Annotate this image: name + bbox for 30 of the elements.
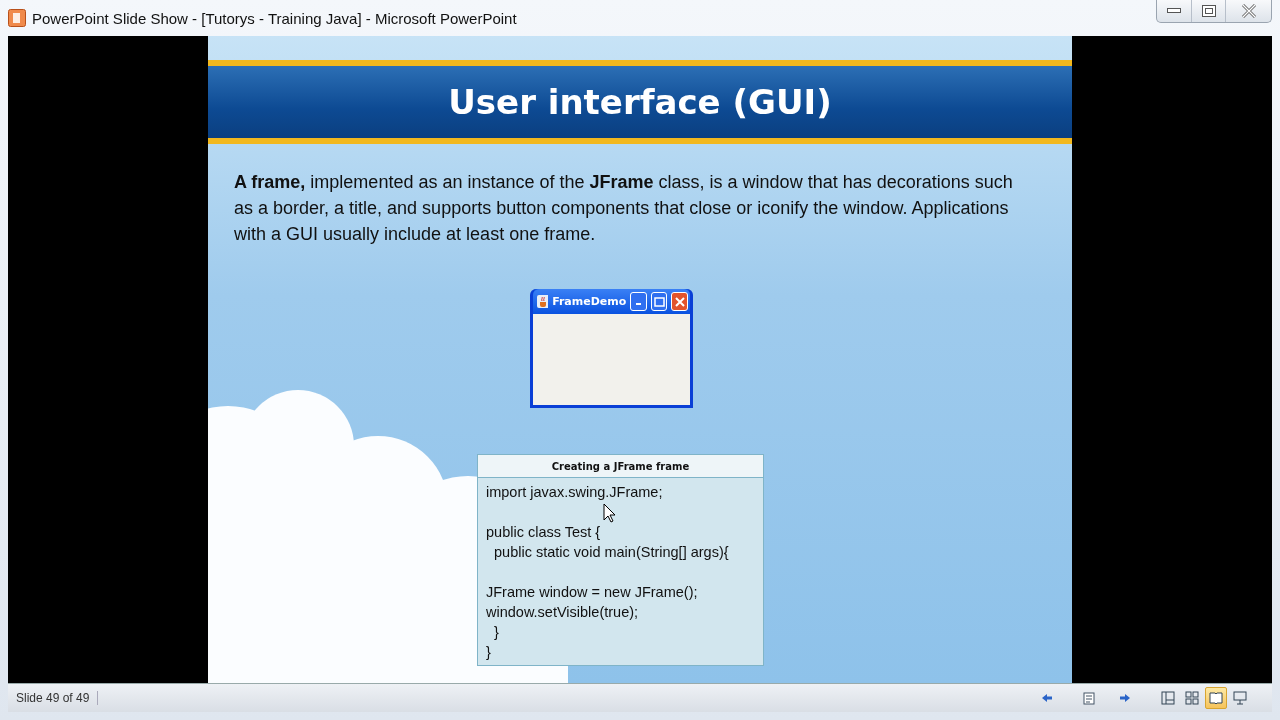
minimize-icon [1167,8,1181,14]
code-line: public static void main(String[] args){ [493,543,729,562]
window-title: PowerPoint Slide Show - [Tutorys - Training Java] - Microsoft PowerPoint [32,9,518,27]
frame-title: FrameDemo [552,295,627,308]
paragraph: A frame, implemented as an instance of the JFrame class, is a window that has decorations such as a border, a title, and supports button components that close or iconify the window. Applications with a GUI usually include at least one frame. [234,171,1014,246]
grid-view-icon [1185,691,1199,705]
close-icon [1240,4,1257,18]
code-line: } [493,623,499,642]
normal-view-icon [1161,691,1175,705]
app-logo-icon [8,9,26,27]
mouse-pointer-icon [603,503,616,523]
code-line: JFrame window = new JFrame(); [486,583,698,602]
maximize-icon [653,296,665,307]
code-caption: Creating a JFrame frame [478,455,763,478]
notes-icon [1083,691,1097,705]
projector-screen-icon [1233,691,1247,705]
view-button[interactable] [1205,687,1227,709]
book-icon [1209,691,1223,705]
maximize-icon [1201,5,1216,17]
slide-counter: Slide 49 of 49 [8,691,99,705]
minimize-button[interactable] [630,292,647,311]
java-cup-icon [537,295,549,308]
close-icon [674,296,685,307]
right-arrow-icon [1119,693,1131,703]
code-line: } [486,643,491,662]
code-line: import javax.swing.JFrame; [486,483,663,502]
code-line: public class Test { [486,523,601,542]
left-arrow-icon [1041,693,1053,703]
slide-title: User interface (GUI) [448,82,832,122]
code-line: window.setVisible(true); [486,603,639,622]
